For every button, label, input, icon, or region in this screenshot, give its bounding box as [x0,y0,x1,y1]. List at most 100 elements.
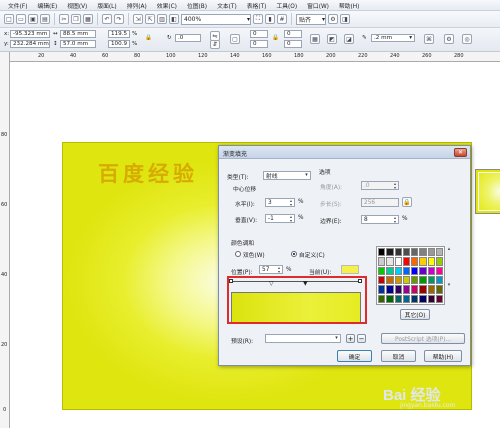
angle-spinner[interactable]: .0 ▴ ▾ [361,181,399,190]
lock-corners-icon[interactable]: 🔒 [272,35,279,41]
palette-swatch[interactable] [394,275,402,285]
palette-swatch[interactable] [402,248,410,257]
palette-swatch[interactable] [427,285,435,294]
palette-swatch[interactable] [386,248,394,257]
palette-swatch[interactable] [427,248,435,257]
palette-swatch[interactable] [435,257,443,266]
custom-option[interactable]: 自定义(C) [291,250,325,259]
palette-swatch[interactable] [386,275,394,285]
menu-help[interactable]: 帮助(H) [334,1,364,10]
menu-table[interactable]: 表格(T) [242,1,272,10]
menu-view[interactable]: 视图(V) [62,1,92,10]
palette-swatch[interactable] [427,275,435,285]
ok-button[interactable]: 确定 [337,350,372,362]
steps-spinner[interactable]: 256 [361,198,399,207]
menu-edit[interactable]: 编辑(E) [32,1,62,10]
open-file-icon[interactable]: ▭ [16,14,26,24]
color-palette[interactable] [376,246,445,305]
publish-pdf-icon[interactable]: ▥ [157,14,167,24]
edge-pad-spinner[interactable]: 8 ▴ ▾ [361,215,399,224]
paste-icon[interactable]: ▦ [83,14,93,24]
remove-preset-button[interactable]: − [357,334,366,343]
palette-swatch[interactable] [402,285,410,294]
help-button[interactable]: 帮助(H) [424,350,462,362]
mirror-vertical-icon[interactable]: ⇵ [210,40,220,49]
palette-swatch[interactable] [378,285,386,294]
palette-swatch[interactable] [427,257,435,266]
palette-swatch[interactable] [378,257,386,266]
cancel-button[interactable]: 取消 [381,350,416,362]
menu-tools[interactable]: 工具(O) [271,1,302,10]
current-color-swatch[interactable] [341,265,359,274]
copy-icon[interactable]: ❐ [71,14,81,24]
spin-arrows-icon[interactable]: ▴ ▾ [276,266,282,274]
palette-swatch[interactable] [386,294,394,303]
palette-swatch[interactable] [386,266,394,275]
corner-radius-2[interactable]: 0 [250,40,268,48]
palette-swatch[interactable] [427,266,435,275]
palette-swatch[interactable] [402,257,410,266]
application-launcher-icon[interactable]: ◧ [169,14,179,24]
palette-swatch[interactable] [435,248,443,257]
palette-swatch[interactable] [419,285,427,294]
zoom-level-select[interactable]: 400% ▾ [181,13,251,25]
close-button[interactable]: ✕ [454,148,467,157]
y-position-field[interactable]: 232.284 mm [10,40,50,48]
palette-swatch[interactable] [394,294,402,303]
palette-swatch[interactable] [394,285,402,294]
palette-swatch[interactable] [394,266,402,275]
add-preset-button[interactable]: + [346,334,355,343]
palette-swatch[interactable] [435,275,443,285]
two-color-radio[interactable] [235,251,241,257]
palette-swatch[interactable] [411,257,419,266]
palette-scroll-icon[interactable]: ▴ ▾ [447,246,451,305]
x-position-field[interactable]: -95.323 mm [10,30,50,38]
corner-radius-3[interactable]: 0 [284,30,302,38]
outline-width-select[interactable]: .2 mm ▾ [371,34,415,42]
palette-swatch[interactable] [419,294,427,303]
palette-swatch[interactable] [419,257,427,266]
palette-swatch[interactable] [411,248,419,257]
palette-swatch[interactable] [419,266,427,275]
palette-swatch[interactable] [435,285,443,294]
export-icon[interactable]: ⇱ [145,14,155,24]
palette-swatch[interactable] [386,257,394,266]
rulers-icon[interactable]: ▮ [265,14,275,24]
postscript-options-button[interactable]: PostScript 选项(P)... [381,333,465,344]
menu-text[interactable]: 文本(T) [212,1,242,10]
new-file-icon[interactable]: □ [4,14,14,24]
undo-icon[interactable]: ↶ [102,14,112,24]
palette-swatch[interactable] [411,294,419,303]
redo-icon[interactable]: ↷ [114,14,124,24]
presets-select[interactable]: ▾ [265,334,341,343]
scale-x-field[interactable]: 119.5 [108,30,130,38]
spin-arrows-icon[interactable]: ▴ ▾ [392,182,398,190]
palette-swatch[interactable] [411,266,419,275]
lock-ratio-icon[interactable]: 🔒 [145,35,152,41]
welcome-screen-icon[interactable]: ◨ [340,14,350,24]
grid-icon[interactable]: # [277,14,287,24]
spin-arrows-icon[interactable]: ▴ ▾ [288,199,294,207]
menu-arrange[interactable]: 排列(A) [122,1,152,10]
settings-icon[interactable]: ⚙ [444,34,454,44]
menu-window[interactable]: 窗口(W) [302,1,334,10]
menu-layout[interactable]: 版面(L) [92,1,121,10]
palette-swatch[interactable] [411,285,419,294]
rotation-angle-field[interactable]: .0 [175,34,201,42]
palette-swatch[interactable] [378,248,386,257]
palette-swatch[interactable] [378,294,386,303]
print-icon[interactable]: ▤ [40,14,50,24]
fullscreen-icon[interactable]: ⛶ [253,14,263,24]
palette-swatch[interactable] [402,275,410,285]
palette-swatch[interactable] [419,275,427,285]
palette-swatch[interactable] [419,248,427,257]
rectangle-corner-icon[interactable]: ▢ [230,34,240,44]
snap-to-dropdown[interactable]: 贴齐 ▾ [296,13,326,25]
palette-swatch[interactable] [378,275,386,285]
palette-swatch[interactable] [402,294,410,303]
height-field[interactable]: 57.0 mm [60,40,96,48]
corner-radius-1[interactable]: 0 [250,30,268,38]
canvas-text[interactable]: 百度经验 [98,158,198,188]
corner-radius-4[interactable]: 0 [284,40,302,48]
spin-arrows-icon[interactable]: ▴ ▾ [288,215,294,223]
